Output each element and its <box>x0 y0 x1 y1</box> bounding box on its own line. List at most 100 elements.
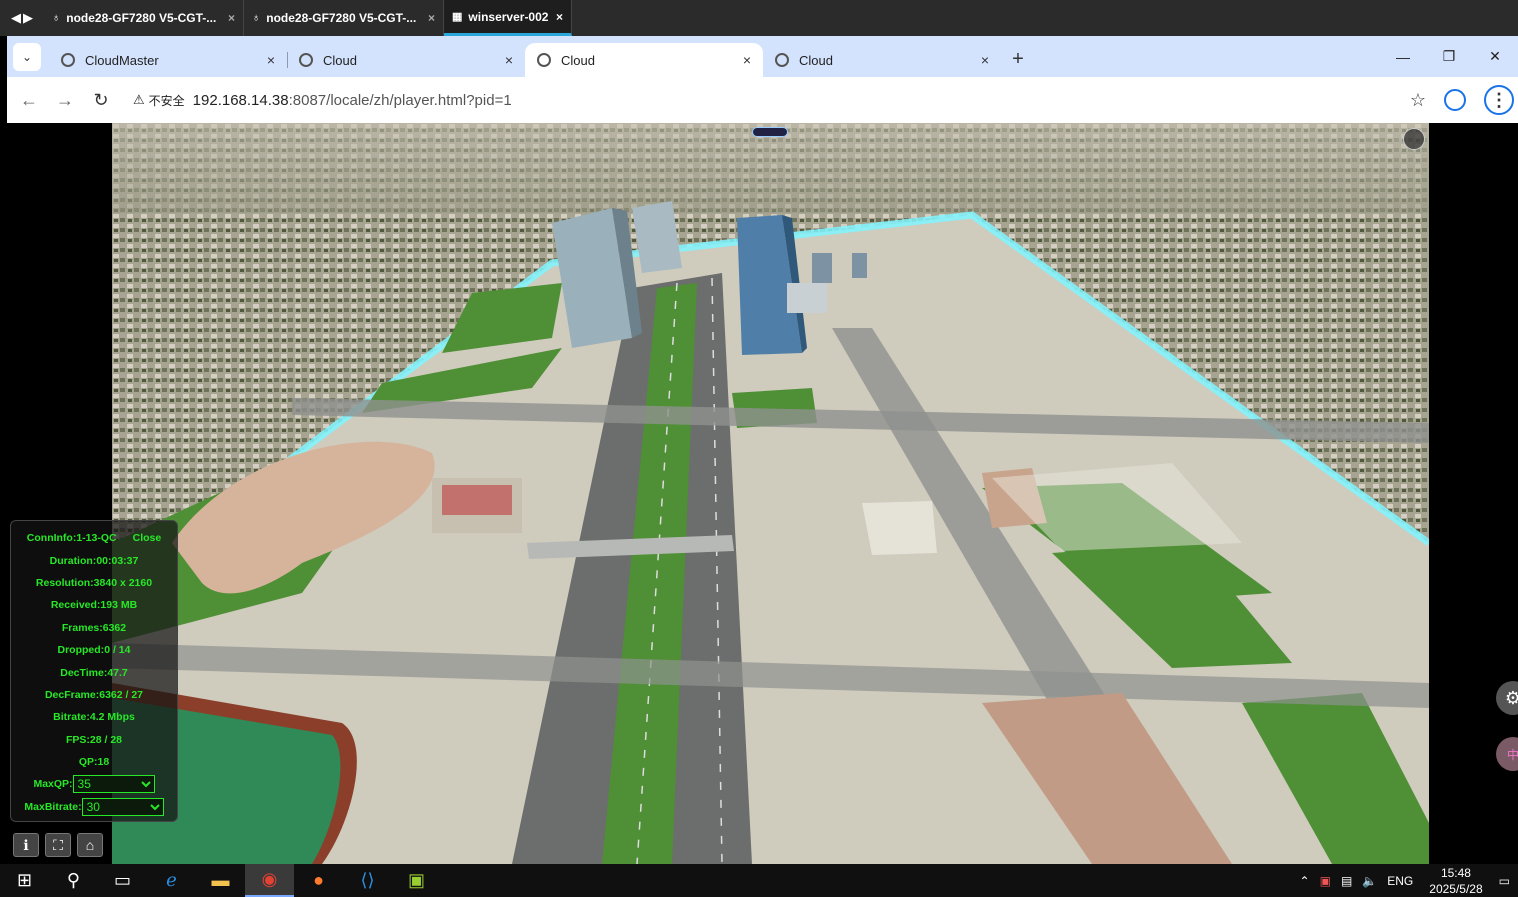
windows-taskbar: ⊞ ⚲ ▭ ℯ ▬ ◉ ● ⟨⟩ ▣ ⌃ ▣ ▤ 🔈 ENG 15:48 202… <box>0 864 1518 897</box>
session-tab-label: node28-GF7280 V5-CGT-... <box>266 11 417 25</box>
stat-value: 18 <box>97 756 110 769</box>
windows-start-icon[interactable]: ⊞ <box>0 864 49 897</box>
close-window-icon[interactable]: ✕ <box>1472 48 1518 65</box>
clock-date: 2025/5/28 <box>1429 881 1483 896</box>
close-icon[interactable]: × <box>556 10 563 24</box>
search-icon[interactable]: ⚲ <box>49 864 98 897</box>
settings-gear-icon[interactable]: ⚙ <box>1496 681 1518 715</box>
stat-label: Dropped: <box>57 644 105 657</box>
maxbitrate-select[interactable]: 30 <box>81 797 164 816</box>
security-center-icon[interactable]: ▣ <box>1320 874 1331 888</box>
menu-kebab-icon[interactable]: ⋮ <box>1484 85 1514 115</box>
stat-value: 47.7 <box>107 666 128 679</box>
session-tab-3[interactable]: ▦ winserver-002 × <box>444 0 572 36</box>
browser-tabstrip: ⌄ CloudMaster × Cloud × Cloud × Cloud × … <box>7 36 1518 77</box>
session-tab-label: node28-GF7280 V5-CGT-... <box>66 11 217 25</box>
stat-dectime: DecTime: 47.7 <box>11 661 177 683</box>
url-text[interactable]: 192.168.14.38:8087/locale/zh/player.html… <box>193 92 512 109</box>
stat-value: 193 MB <box>100 599 138 612</box>
browser-tab-3[interactable]: Cloud × <box>525 43 763 77</box>
close-icon[interactable]: × <box>981 52 989 68</box>
file-explorer-icon[interactable]: ▬ <box>196 864 245 897</box>
node-icon: ♁ <box>252 12 261 24</box>
close-icon[interactable]: × <box>228 11 235 25</box>
browser-tab-4[interactable]: Cloud × <box>763 43 1001 77</box>
task-view-icon[interactable]: ▭ <box>98 864 147 897</box>
chevron-up-icon[interactable]: ⌃ <box>1300 874 1310 888</box>
minimize-icon[interactable]: — <box>1380 49 1426 65</box>
arrow-right-icon[interactable]: ▶ <box>23 10 33 26</box>
address-bar[interactable]: ⚠ 不安全 192.168.14.38:8087/locale/zh/playe… <box>133 83 1410 117</box>
close-icon[interactable]: × <box>267 52 275 68</box>
clock-time: 15:48 <box>1440 865 1471 880</box>
close-icon[interactable]: × <box>505 52 513 68</box>
stat-decframe: DecFrame: 6362 / 27 <box>11 684 177 706</box>
tab-search-button[interactable]: ⌄ <box>13 43 41 71</box>
security-indicator[interactable]: ⚠ 不安全 <box>133 92 185 109</box>
stat-value: 6362 <box>102 621 127 634</box>
tab-title: Cloud <box>323 52 357 68</box>
remote-app-icon[interactable]: ▣ <box>392 864 441 897</box>
bookmark-star-icon[interactable]: ☆ <box>1410 90 1426 111</box>
city-3d-scene[interactable] <box>112 123 1429 864</box>
stat-label: ConnInfo: <box>26 532 77 545</box>
stat-conninfo: ConnInfo: 1-13-QC Close <box>11 527 177 549</box>
stat-value: 4.2 Mbps <box>89 711 135 724</box>
tab-title: CloudMaster <box>85 52 159 68</box>
stat-label: Frames: <box>61 621 103 634</box>
session-switch-arrows[interactable]: ◀ ▶ <box>0 0 44 36</box>
reload-icon[interactable]: ↻ <box>83 90 119 111</box>
compass-icon[interactable] <box>1403 128 1425 150</box>
stream-viewport[interactable]: ConnInfo: 1-13-QC Close Duration: 00:03:37… <box>7 123 1518 864</box>
node-icon: ♁ <box>52 12 61 24</box>
speaker-icon[interactable]: 🔈 <box>1362 874 1377 888</box>
stat-value: 00:03:37 <box>96 554 139 567</box>
internet-explorer-icon[interactable]: ℯ <box>147 864 196 897</box>
tab-title: Cloud <box>799 52 833 68</box>
close-icon[interactable]: × <box>428 11 435 25</box>
remote-session-tabbar: ◀ ▶ ♁ node28-GF7280 V5-CGT-... × ♁ node28… <box>0 0 1518 36</box>
close-icon[interactable]: × <box>743 52 751 68</box>
maxqp-select[interactable]: 35 <box>72 775 155 794</box>
language-indicator[interactable]: ENG <box>1387 874 1413 888</box>
browser-tab-1[interactable]: CloudMaster × <box>49 43 288 77</box>
clock[interactable]: 15:48 2025/5/28 <box>1429 865 1482 897</box>
stat-label: Received: <box>50 599 101 612</box>
vscode-icon[interactable]: ⟨⟩ <box>343 864 392 897</box>
stat-value: 1-13-QC <box>76 532 117 545</box>
new-tab-button[interactable]: + <box>1001 48 1035 71</box>
stat-maxqp: MaxQP: 35 <box>11 773 177 795</box>
stat-resolution: Resolution: 3840 x 2160 <box>11 572 177 594</box>
system-tray: ⌃ ▣ ▤ 🔈 ENG 15:48 2025/5/28 ▭ <box>1300 865 1518 897</box>
url-host: 192.168.14.38 <box>192 91 289 109</box>
browser-tab-2[interactable]: Cloud × <box>287 43 525 77</box>
session-tab-2[interactable]: ♁ node28-GF7280 V5-CGT-... × <box>244 0 444 36</box>
toolbar-actions: ☆ ⋮ <box>1410 85 1518 115</box>
stat-value: 6362 / 27 <box>99 688 144 701</box>
view-badge <box>752 127 788 137</box>
back-icon[interactable]: ← <box>11 90 47 111</box>
tab-title: Cloud <box>561 52 595 68</box>
forward-icon[interactable]: → <box>47 90 83 111</box>
stat-label: MaxQP: <box>33 778 73 791</box>
info-icon[interactable]: ℹ <box>13 833 39 857</box>
network-icon[interactable]: ▤ <box>1341 874 1352 888</box>
stats-close-button[interactable]: Close <box>133 532 162 544</box>
warning-icon: ⚠ <box>133 92 145 107</box>
stat-frames: Frames: 6362 <box>11 617 177 639</box>
fullscreen-icon[interactable]: ⛶ <box>45 833 71 857</box>
input-method-icon[interactable]: 中 <box>1496 737 1518 771</box>
firefox-icon[interactable]: ● <box>294 864 343 897</box>
notification-icon[interactable]: ▭ <box>1499 874 1510 888</box>
stat-label: DecTime: <box>60 666 108 679</box>
profile-icon[interactable] <box>1444 89 1466 111</box>
stat-dropped: Dropped: 0 / 14 <box>11 639 177 661</box>
stat-qp: QP: 18 <box>11 751 177 773</box>
arrow-left-icon[interactable]: ◀ <box>11 10 21 26</box>
restore-icon[interactable]: ❐ <box>1426 48 1472 65</box>
stat-label: FPS: <box>65 733 90 746</box>
chrome-icon[interactable]: ◉ <box>245 864 294 897</box>
session-tab-1[interactable]: ♁ node28-GF7280 V5-CGT-... × <box>44 0 244 36</box>
home-icon[interactable]: ⌂ <box>77 833 103 857</box>
stat-label: Resolution: <box>35 576 94 589</box>
